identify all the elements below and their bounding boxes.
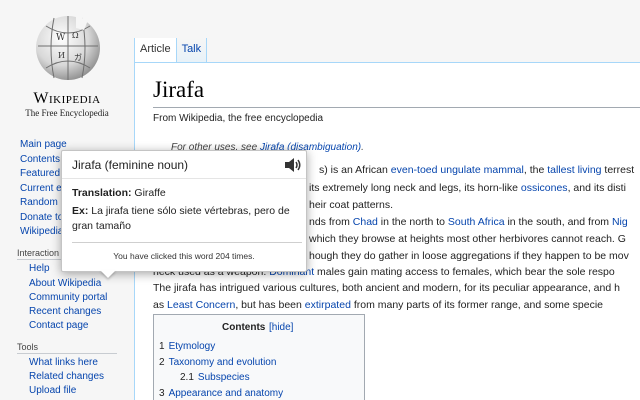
toc-item[interactable]: 3 Appearance and anatomy — [159, 388, 283, 399]
link-ossicones[interactable]: ossicones — [521, 182, 568, 194]
sidebar-item-main-page[interactable]: Main page — [20, 139, 67, 150]
sidebar-item-help[interactable]: Help — [29, 263, 50, 274]
text: , the — [523, 164, 548, 176]
sidebar-heading-tools[interactable]: Tools — [17, 342, 38, 352]
sidebar-item-donate[interactable]: Donate to — [20, 212, 63, 223]
text: terrest — [601, 164, 635, 176]
link-south-africa[interactable]: South Africa — [448, 216, 505, 228]
tab-article[interactable]: Article — [134, 38, 176, 62]
popup-translation: Translation: Giraffe — [72, 187, 166, 199]
text: which they browse at heights most other … — [309, 233, 626, 245]
sidebar-item-random[interactable]: Random a — [20, 197, 66, 208]
text: The jirafa has intrigued various culture… — [153, 282, 620, 294]
hatnote-end: . — [361, 142, 364, 153]
speaker-icon[interactable] — [284, 157, 302, 173]
svg-text:W: W — [56, 33, 66, 43]
sidebar-item-contact[interactable]: Contact page — [29, 320, 89, 331]
article-text-line: as Least Concern, but has been extirpate… — [153, 299, 603, 311]
toc-item[interactable]: 1 Etymology — [159, 341, 215, 352]
popup-word-title: Jirafa (feminine noun) — [72, 158, 189, 172]
svg-text:ガ: ガ — [74, 52, 82, 62]
text: in the north to — [377, 216, 448, 228]
text: males gain mating access to females, whi… — [314, 266, 615, 278]
translation-popup: Jirafa (feminine noun) Translation: Gira… — [61, 150, 307, 272]
example-label: Ex: — [72, 205, 89, 217]
toc-number: 3 — [159, 388, 165, 399]
link-even-toed-ungulate[interactable]: even-toed ungulate mammal — [391, 164, 524, 176]
toc-number: 2 — [159, 357, 165, 368]
text: as — [153, 299, 168, 311]
toc-label: Appearance and anatomy — [168, 388, 284, 399]
page-title: Jirafa — [153, 77, 205, 102]
example-value: La jirafa tiene sólo siete vértebras, pe… — [72, 205, 290, 232]
sidebar-item-about[interactable]: About Wikipedia — [29, 278, 101, 289]
popup-caret — [100, 270, 116, 278]
sidebar-item-community-portal[interactable]: Community portal — [29, 292, 107, 303]
text: heir coat patterns. — [309, 199, 394, 211]
text: s) is an African — [319, 164, 391, 176]
title-divider — [153, 107, 640, 108]
table-of-contents: Contents [hide] 1 Etymology 2 Taxonomy and… — [153, 314, 365, 400]
popup-divider — [62, 178, 306, 179]
article-text-line: which they browse at heights most other … — [309, 233, 626, 245]
text: its extremely long neck and legs, its ho… — [309, 182, 521, 194]
sidebar-item-store[interactable]: Wikipedia — [20, 226, 63, 237]
toc-item[interactable]: 2 Taxonomy and evolution — [159, 357, 276, 368]
link-chad[interactable]: Chad — [353, 216, 378, 228]
link-extirpated[interactable]: extirpated — [305, 299, 351, 311]
article-text-line: its extremely long neck and legs, its ho… — [309, 182, 626, 194]
sidebar-divider — [17, 353, 117, 354]
puzzle-globe-icon: W Ω И ガ — [36, 16, 100, 80]
sidebar-item-recent-changes[interactable]: Recent changes — [29, 306, 101, 317]
toc-hide-toggle[interactable]: [hide] — [269, 322, 293, 333]
page-tabs: Article Talk — [134, 38, 208, 62]
text: nds from — [309, 216, 353, 228]
toc-number: 1 — [159, 341, 165, 352]
text: , and its disti — [567, 182, 626, 194]
sidebar-heading-interaction[interactable]: Interaction — [17, 248, 59, 258]
link-niger[interactable]: Nig — [612, 216, 628, 228]
toc-label: Subspecies — [197, 372, 250, 383]
site-subtitle: From Wikipedia, the free encyclopedia — [153, 113, 324, 124]
translation-label: Translation: — [72, 187, 132, 199]
article-text-line: nds from Chad in the north to South Afri… — [309, 216, 628, 228]
toc-label: Taxonomy and evolution — [168, 357, 277, 368]
article-text-line: hough they do gather in loose aggregatio… — [309, 250, 629, 262]
link-least-concern[interactable]: Least Concern — [167, 299, 235, 311]
popup-example: Ex: La jirafa tiene sólo siete vértebras… — [72, 204, 304, 234]
sidebar-item-current-events[interactable]: Current ev — [20, 183, 67, 194]
popup-click-count: You have clicked this word 204 times. — [113, 251, 255, 261]
sidebar-item-related-changes[interactable]: Related changes — [29, 371, 104, 382]
translation-value: Giraffe — [131, 187, 166, 199]
article-text-line: s) is an African even-toed ungulate mamm… — [319, 164, 634, 176]
wikipedia-logo[interactable]: W Ω И ガ Wikipedia The Free Encyclopedia — [0, 0, 134, 130]
text: from many parts of its former range, and… — [350, 299, 604, 311]
popup-divider — [72, 242, 302, 243]
toc-item[interactable]: 2.1 Subspecies — [180, 372, 250, 383]
svg-text:И: И — [58, 51, 65, 60]
sidebar-item-contents[interactable]: Contents — [20, 154, 60, 165]
svg-text:Ω: Ω — [72, 31, 79, 40]
text: in the south, and from — [504, 216, 612, 228]
toc-label: Etymology — [168, 341, 216, 352]
sidebar-item-what-links-here[interactable]: What links here — [29, 357, 98, 368]
text: hough they do gather in loose aggregatio… — [309, 250, 629, 262]
tab-talk[interactable]: Talk — [175, 38, 208, 62]
toc-title: Contents — [222, 322, 266, 333]
article-text-line: heir coat patterns. — [309, 199, 393, 211]
link-tallest-living[interactable]: tallest living — [547, 164, 601, 176]
toc-number: 2.1 — [180, 372, 194, 383]
wikipedia-wordmark: Wikipedia — [33, 90, 101, 107]
sidebar-item-upload-file[interactable]: Upload file — [29, 385, 76, 396]
wikipedia-tagline: The Free Encyclopedia — [25, 108, 109, 118]
article-text-line: The jirafa has intrigued various culture… — [153, 282, 620, 294]
text: , but has been — [235, 299, 305, 311]
